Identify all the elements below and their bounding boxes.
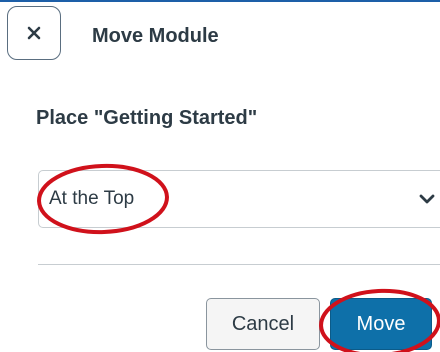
- move-module-dialog: Move Module Place "Getting Started" At t…: [0, 0, 440, 352]
- place-label: Place "Getting Started": [36, 107, 258, 129]
- move-button[interactable]: Move: [330, 298, 432, 350]
- cancel-button[interactable]: Cancel: [206, 298, 320, 350]
- top-border: [0, 0, 440, 2]
- position-select[interactable]: At the Top: [38, 170, 440, 228]
- chevron-down-icon: [419, 194, 435, 204]
- close-icon: [27, 26, 41, 40]
- close-button[interactable]: [7, 6, 61, 60]
- dialog-title: Move Module: [92, 25, 219, 47]
- footer-divider: [38, 264, 440, 265]
- select-value: At the Top: [49, 188, 135, 209]
